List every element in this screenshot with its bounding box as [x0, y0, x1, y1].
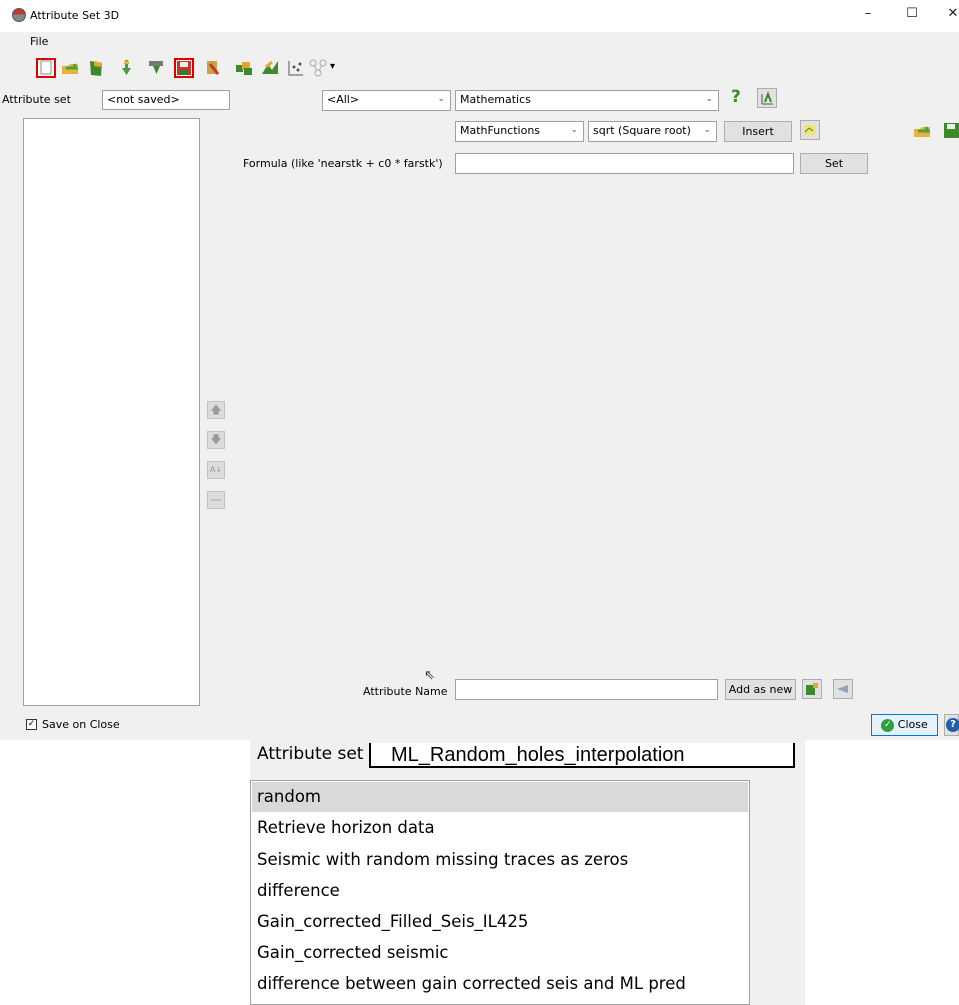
help-button[interactable]: ?: [944, 714, 959, 736]
move-down-button[interactable]: 🡇: [207, 431, 225, 449]
default-sets-icon[interactable]: [86, 58, 106, 78]
list-item[interactable]: Gain_corrected_Filled_Seis_IL425: [257, 912, 528, 931]
attribute-set-window: Attribute Set 3D – ☐ ✕ File ▾ Attribute …: [0, 0, 959, 740]
save-on-close-checkbox[interactable]: ✓: [26, 719, 37, 730]
open-set-icon[interactable]: [60, 58, 80, 78]
chevron-down-icon: ⌄: [570, 125, 578, 135]
help-icon[interactable]: ?: [727, 87, 747, 108]
save-as-icon[interactable]: [204, 58, 224, 78]
new-set-icon[interactable]: [36, 58, 56, 78]
selected-row-highlight: [252, 782, 748, 812]
math-functions-value: MathFunctions: [460, 124, 541, 137]
remove-button[interactable]: —: [207, 491, 225, 509]
maximize-button[interactable]: ☐: [902, 6, 922, 21]
app-logo-icon: [12, 8, 26, 22]
revert-attribute-icon[interactable]: [833, 679, 853, 699]
list-item[interactable]: difference: [257, 881, 340, 900]
inset-attribute-set-value: ML_Random_holes_interpolation: [391, 744, 685, 766]
help-glyph: ?: [731, 87, 741, 107]
math-functions-combo[interactable]: MathFunctions ⌄: [455, 121, 584, 142]
close-button-label: Close: [897, 718, 928, 731]
math-calculator-icon[interactable]: [800, 120, 820, 140]
save-set-icon[interactable]: [174, 58, 194, 78]
attribute-name-input[interactable]: [455, 679, 718, 700]
window-title: Attribute Set 3D: [30, 9, 120, 22]
close-button[interactable]: ✓ Close: [871, 714, 938, 736]
move-up-button[interactable]: 🡅: [207, 401, 225, 419]
menu-file[interactable]: File: [30, 35, 48, 48]
list-item[interactable]: Retrieve horizon data: [257, 818, 435, 837]
formula-input[interactable]: [455, 153, 794, 174]
menu-bar: File: [0, 33, 959, 51]
minimize-button[interactable]: –: [858, 6, 878, 21]
display-icon[interactable]: [286, 58, 306, 78]
save-on-close-label: Save on Close: [42, 718, 120, 731]
sort-button[interactable]: A↓: [207, 461, 225, 479]
cross-plot-icon[interactable]: [260, 58, 280, 78]
inset-attribute-set-field[interactable]: ML_Random_holes_interpolation: [369, 743, 795, 768]
import-icon[interactable]: [116, 58, 136, 78]
save-icon[interactable]: [942, 121, 959, 141]
evaluate-icon[interactable]: [234, 58, 254, 78]
attribute-filter-combo[interactable]: <All> ⌄: [322, 90, 451, 111]
import-from-file-icon[interactable]: [146, 58, 166, 78]
title-bar: Attribute Set 3D – ☐ ✕: [0, 0, 959, 32]
close-window-button[interactable]: ✕: [943, 6, 959, 21]
graph-dropdown-arrow[interactable]: ▾: [330, 61, 335, 72]
formula-label: Formula (like 'nearstk + c0 * farstk'): [243, 157, 443, 170]
attribute-info-icon[interactable]: [757, 88, 777, 108]
graph-icon[interactable]: [308, 58, 328, 78]
set-button[interactable]: Set: [800, 153, 868, 174]
list-item[interactable]: difference between gain corrected seis a…: [257, 974, 686, 993]
add-as-new-button[interactable]: Add as new: [725, 679, 796, 700]
chevron-down-icon: ⌄: [437, 94, 445, 104]
chevron-down-icon: ⌄: [703, 125, 711, 135]
attribute-name-label: Attribute Name: [363, 685, 448, 698]
help-circle-icon: ?: [946, 718, 959, 732]
attribute-list[interactable]: [23, 118, 200, 706]
attribute-set-name-field[interactable]: <not saved>: [102, 90, 230, 110]
add-attribute-icon[interactable]: [802, 679, 822, 699]
inset-attribute-set-label: Attribute set: [257, 744, 364, 764]
zoom-inset: Attribute set ML_Random_holes_interpolat…: [0, 740, 959, 1005]
attribute-type-combo[interactable]: Mathematics ⌄: [455, 90, 719, 111]
list-item[interactable]: random: [257, 787, 321, 806]
list-item[interactable]: Gain_corrected seismic: [257, 943, 449, 962]
attribute-set-label: Attribute set: [2, 93, 71, 106]
open-folder-icon[interactable]: [912, 121, 932, 141]
attribute-filter-value: <All>: [327, 93, 360, 106]
chevron-down-icon: ⌄: [705, 94, 713, 104]
insert-button[interactable]: Insert: [724, 121, 792, 142]
attribute-type-value: Mathematics: [460, 93, 531, 106]
toolbar: ▾: [0, 52, 959, 86]
list-item[interactable]: Seismic with random missing traces as ze…: [257, 850, 628, 869]
math-function-value: sqrt (Square root): [593, 124, 691, 137]
mouse-cursor-icon: ⇖: [424, 668, 435, 683]
math-function-combo[interactable]: sqrt (Square root) ⌄: [588, 121, 717, 142]
check-icon: ✓: [881, 718, 895, 732]
